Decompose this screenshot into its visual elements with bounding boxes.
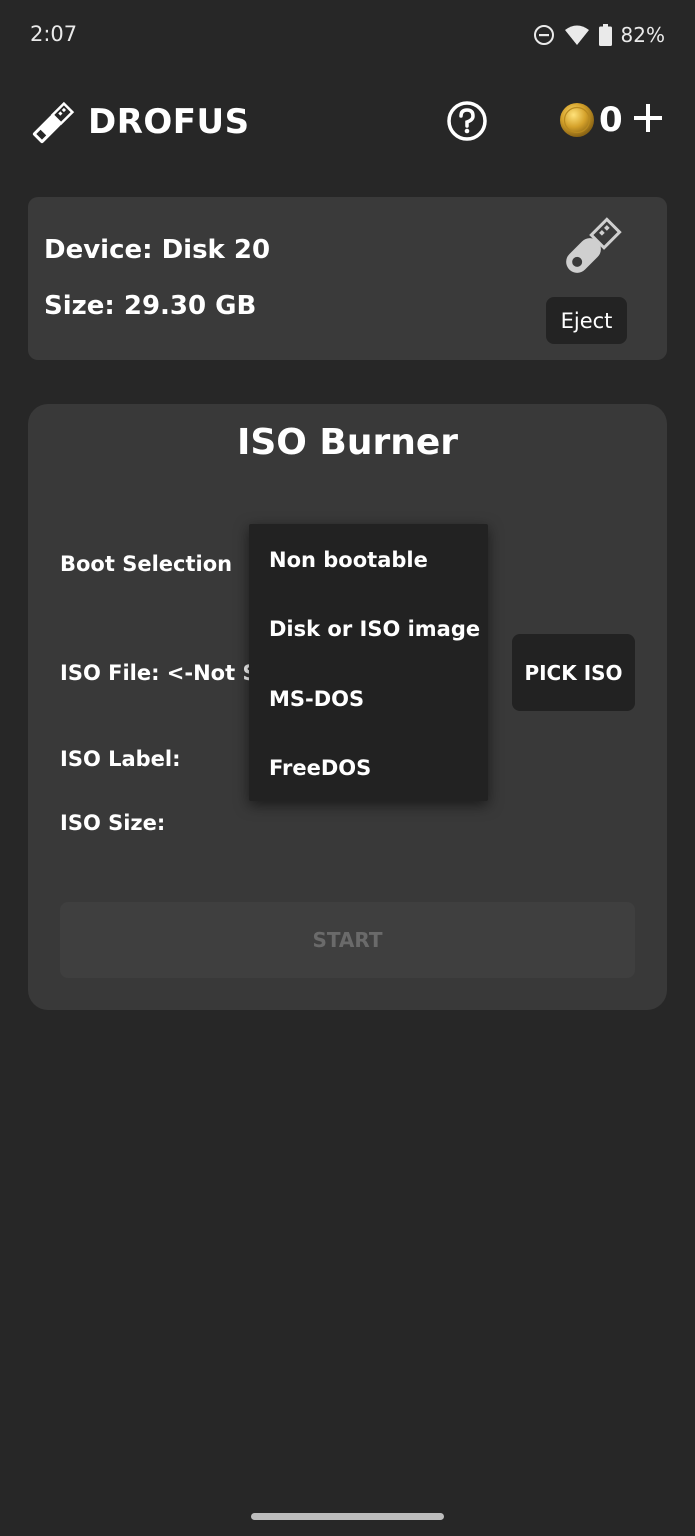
status-bar: 2:07 82% bbox=[0, 0, 695, 70]
plus-icon[interactable] bbox=[632, 102, 664, 134]
dropdown-option-freedos[interactable]: FreeDOS bbox=[269, 756, 371, 780]
home-indicator[interactable] bbox=[251, 1513, 444, 1520]
do-not-disturb-icon bbox=[533, 25, 554, 45]
iso-label-label: ISO Label: bbox=[60, 747, 181, 771]
device-size: Size: 29.30 GB bbox=[44, 291, 257, 321]
coin-count: 0 bbox=[599, 100, 623, 140]
coin-icon bbox=[560, 103, 594, 137]
usb-drive-icon bbox=[566, 217, 622, 273]
app-screen: 2:07 82% DROFUS 0 Device: Disk 20 Size: … bbox=[0, 0, 695, 1536]
battery-percent: 82% bbox=[620, 23, 665, 47]
dropdown-option-disk-or-iso[interactable]: Disk or ISO image bbox=[269, 617, 480, 641]
eject-button[interactable]: Eject bbox=[546, 297, 627, 344]
dropdown-option-non-bootable[interactable]: Non bootable bbox=[269, 548, 428, 572]
battery-icon bbox=[598, 24, 612, 46]
boot-selection-label: Boot Selection bbox=[60, 552, 233, 576]
help-icon[interactable] bbox=[446, 100, 488, 142]
app-bar: DROFUS 0 bbox=[0, 88, 695, 158]
status-time: 2:07 bbox=[30, 22, 78, 46]
wifi-icon bbox=[564, 25, 589, 45]
status-icons: 82% bbox=[533, 22, 665, 48]
start-button[interactable]: START bbox=[60, 902, 635, 978]
iso-file-label: ISO File: <-Not S bbox=[60, 661, 258, 685]
app-title: DROFUS bbox=[88, 102, 250, 142]
burner-title: ISO Burner bbox=[236, 422, 459, 463]
boot-selection-dropdown: Non bootable Disk or ISO image MS-DOS Fr… bbox=[249, 524, 488, 801]
iso-size-label: ISO Size: bbox=[60, 811, 166, 835]
device-card: Device: Disk 20 Size: 29.30 GB Eject bbox=[28, 197, 667, 360]
dropdown-option-ms-dos[interactable]: MS-DOS bbox=[269, 687, 364, 711]
device-name: Device: Disk 20 bbox=[44, 235, 271, 265]
pick-iso-button[interactable]: PICK ISO bbox=[512, 634, 635, 711]
usb-drive-logo-icon bbox=[32, 101, 75, 144]
